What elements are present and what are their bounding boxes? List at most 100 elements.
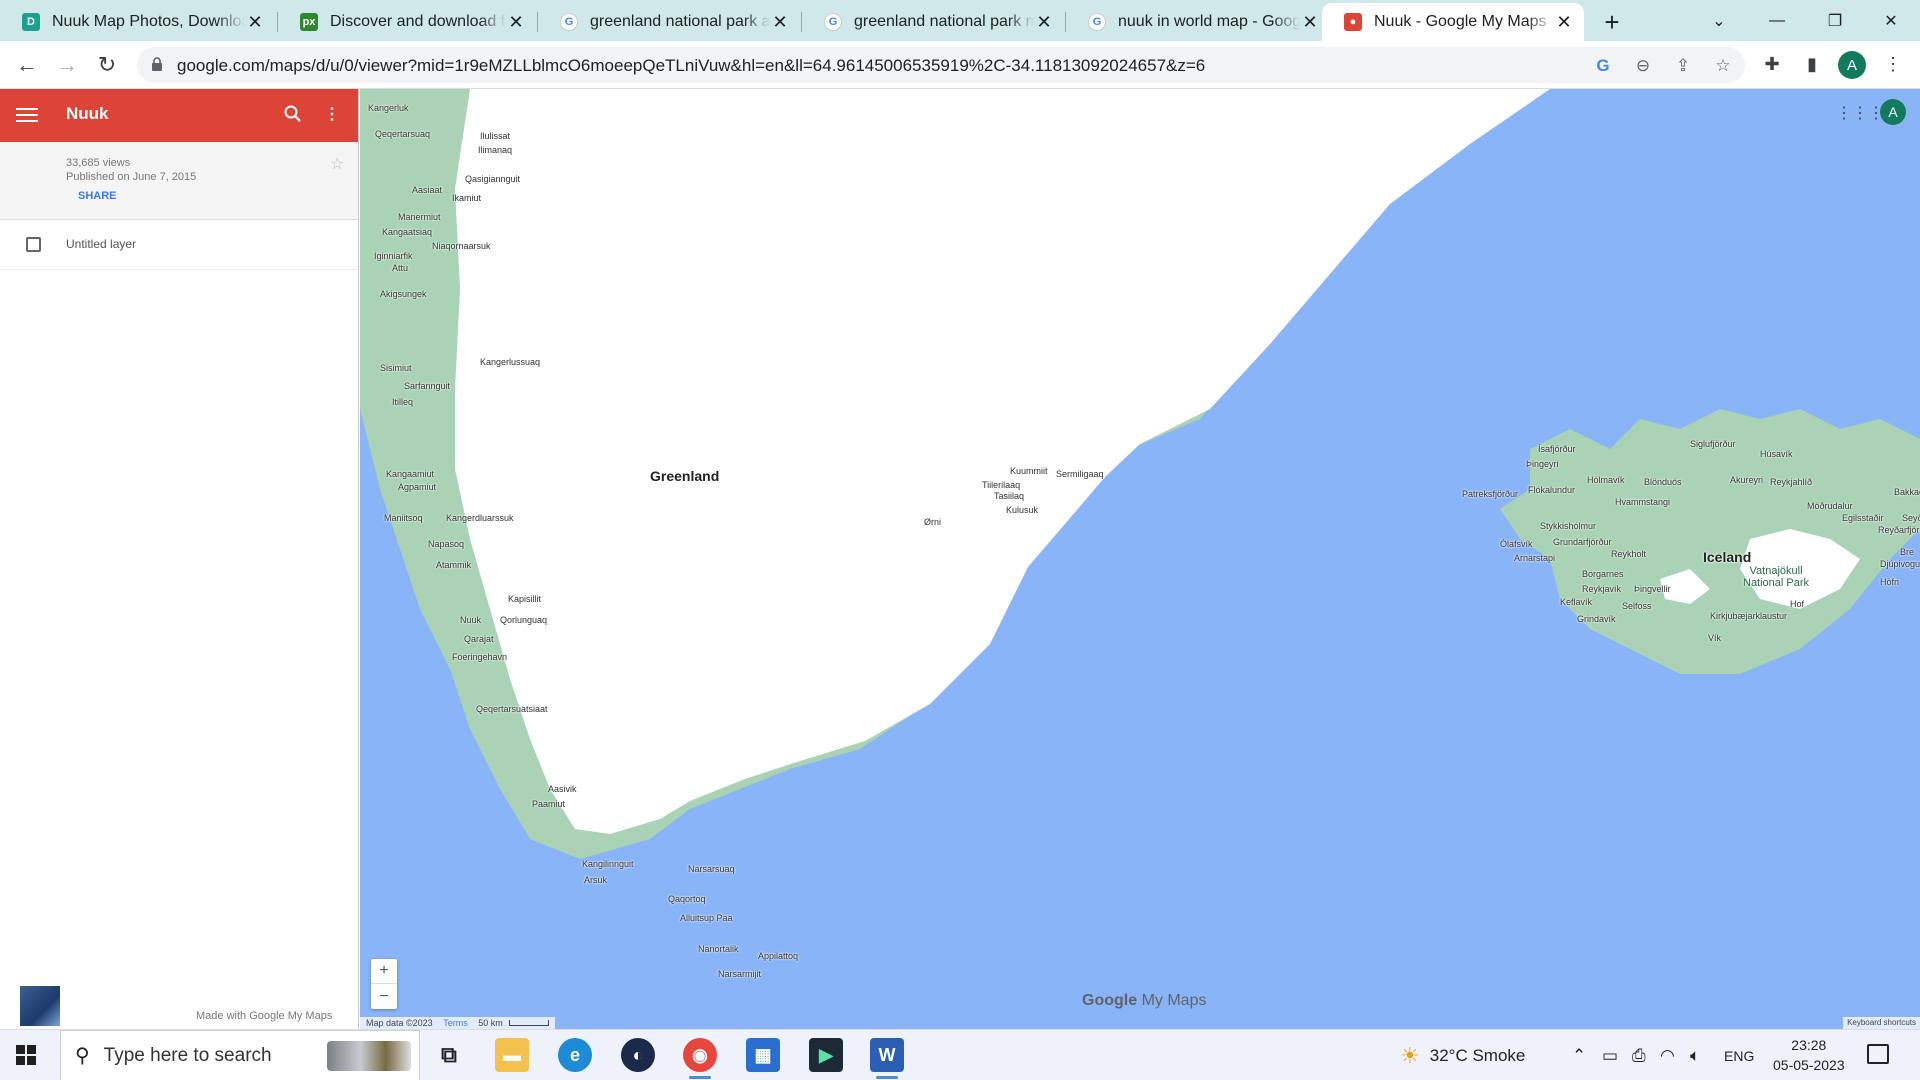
new-tab-plus-icon[interactable]: + bbox=[1598, 7, 1626, 37]
side-panel-icon[interactable]: ▮ bbox=[1799, 51, 1825, 77]
map-data-label: Map data ©2023 bbox=[366, 1018, 433, 1028]
sidebar-header: Nuuk ⋮ bbox=[0, 89, 358, 142]
town-label: Bakkag bbox=[1894, 487, 1920, 497]
town-label: Reykjavík bbox=[1582, 584, 1622, 594]
view-count: 33,685 views bbox=[66, 157, 131, 169]
tab-nuuk-map-photos[interactable]: D Nuuk Map Photos, Download ✕ bbox=[0, 3, 275, 41]
show-hidden-icons-chevron-icon[interactable]: ⌃ bbox=[1572, 1030, 1586, 1080]
google-lens-icon[interactable]: G bbox=[1592, 55, 1614, 77]
weather-widget[interactable]: ☀ 32°C Smoke bbox=[1400, 1030, 1525, 1080]
wifi-icon[interactable]: ◠ bbox=[1660, 1030, 1675, 1080]
share-button[interactable]: SHARE bbox=[78, 190, 117, 202]
logo-mymaps-text: My Maps bbox=[1141, 992, 1207, 1009]
zoom-icon[interactable]: ⊖ bbox=[1632, 55, 1654, 77]
town-label: Reykholt bbox=[1611, 549, 1647, 559]
system-clock[interactable]: 23:28 05-05-2023 bbox=[1773, 1035, 1845, 1075]
scale-label[interactable]: 50 km bbox=[478, 1018, 503, 1028]
extensions-puzzle-icon[interactable]: ✚ bbox=[1759, 51, 1785, 77]
bookmark-star-icon[interactable]: ☆ bbox=[1712, 55, 1734, 77]
close-icon[interactable]: ✕ bbox=[506, 12, 526, 32]
eclipse-icon[interactable]: ◐ bbox=[621, 1038, 655, 1072]
word-icon[interactable]: W bbox=[870, 1038, 904, 1079]
keyboard-shortcuts-link[interactable]: Keyboard shortcuts bbox=[1843, 1017, 1920, 1029]
town-label: Kulusuk bbox=[1006, 505, 1039, 515]
town-label: Alluitsup Paa bbox=[680, 913, 733, 923]
share-icon[interactable]: ⇪ bbox=[1672, 55, 1694, 77]
basemap-thumbnail[interactable] bbox=[20, 986, 60, 1026]
battery-icon[interactable]: ▭ bbox=[1602, 1030, 1618, 1080]
town-label: Kangerlussuaq bbox=[480, 357, 541, 367]
tab-search-chevron-icon[interactable]: ⌄ bbox=[1690, 0, 1748, 41]
town-label: Stykkishólmur bbox=[1540, 521, 1597, 531]
town-label: Grindavík bbox=[1577, 614, 1616, 624]
google-my-maps-logo: Google My Maps bbox=[1082, 992, 1206, 1010]
tab-greenland-park-and[interactable]: G greenland national park and ✕ bbox=[538, 3, 800, 41]
profile-avatar[interactable]: A bbox=[1838, 51, 1866, 79]
my-maps-pin-favicon-icon: ● bbox=[1344, 13, 1362, 31]
town-label: Sermiligaaq bbox=[1056, 469, 1104, 479]
town-label: Paamiut bbox=[532, 799, 566, 809]
layer-row[interactable]: Untitled layer bbox=[0, 220, 358, 270]
town-label: Itilleq bbox=[392, 397, 414, 407]
meet-camera-icon[interactable]: ⎙ bbox=[1632, 1030, 1646, 1080]
reload-icon[interactable]: ↻ bbox=[93, 51, 121, 79]
town-label: Narsarsuaq bbox=[688, 864, 735, 874]
close-icon[interactable]: ✕ bbox=[245, 12, 265, 32]
town-label: Kangerluk bbox=[368, 103, 409, 113]
language-indicator[interactable]: ENG bbox=[1724, 1030, 1754, 1080]
star-icon[interactable]: ☆ bbox=[330, 154, 344, 174]
windows-start-icon[interactable] bbox=[16, 1045, 36, 1065]
tab-greenland-park-map[interactable]: G greenland national park map ✕ bbox=[802, 3, 1064, 41]
search-highlight-image bbox=[327, 1041, 411, 1071]
taskbar-search-box[interactable]: ⚲ Type here to search bbox=[60, 1030, 420, 1080]
apps-grid-icon[interactable]: ⋮⋮⋮ bbox=[1836, 103, 1884, 123]
town-label: Borgarnes bbox=[1582, 569, 1624, 579]
town-label: Reykjahlíð bbox=[1770, 477, 1813, 487]
zoom-control: + − bbox=[371, 959, 397, 1009]
zoom-out-button[interactable]: − bbox=[371, 984, 397, 1009]
layer-checkbox[interactable] bbox=[26, 237, 41, 252]
microsoft-store-icon[interactable]: ▦ bbox=[746, 1038, 780, 1072]
town-label: Qeqertarsuaq bbox=[375, 129, 431, 139]
file-explorer-icon[interactable]: ▬ bbox=[495, 1038, 529, 1072]
chrome-menu-kebab-icon[interactable]: ⋮ bbox=[1880, 51, 1906, 77]
back-arrow-icon[interactable]: ← bbox=[13, 51, 41, 79]
town-label: Akigsungek bbox=[380, 289, 427, 299]
tab-nuuk-my-maps[interactable]: ● Nuuk - Google My Maps ✕ bbox=[1322, 3, 1584, 41]
town-label: Tasiilaq bbox=[994, 491, 1025, 501]
browser-toolbar: ← → ↻ google.com/maps/d/u/0/viewer?mid=1… bbox=[0, 41, 1920, 89]
terms-link[interactable]: Terms bbox=[443, 1018, 468, 1028]
url-text: google.com/maps/d/u/0/viewer?mid=1r9eMZL… bbox=[177, 56, 1206, 75]
town-label: Iginniarfik bbox=[374, 251, 413, 261]
minimize-icon[interactable]: — bbox=[1748, 0, 1806, 41]
more-options-icon[interactable]: ⋮ bbox=[324, 104, 340, 124]
chrome-icon[interactable]: ◉ bbox=[683, 1038, 717, 1079]
task-view-icon[interactable]: ⧉ bbox=[432, 1038, 466, 1072]
notification-center-icon[interactable] bbox=[1867, 1044, 1889, 1064]
map-profile-avatar[interactable]: A bbox=[1880, 99, 1906, 125]
town-label: Patreksfjörður bbox=[1462, 489, 1519, 499]
tab-nuuk-world-map[interactable]: G nuuk in world map - Google ✕ bbox=[1066, 3, 1330, 41]
close-icon[interactable]: ✕ bbox=[1300, 12, 1320, 32]
forward-arrow-icon[interactable]: → bbox=[53, 51, 81, 79]
close-icon[interactable]: ✕ bbox=[1554, 12, 1574, 32]
search-icon[interactable] bbox=[283, 104, 303, 124]
pycharm-icon[interactable]: ▶ bbox=[809, 1038, 843, 1072]
clock-date: 05-05-2023 bbox=[1773, 1057, 1845, 1073]
edge-browser-icon[interactable]: e bbox=[558, 1038, 592, 1072]
tab-title: Nuuk - Google My Maps bbox=[1374, 13, 1547, 30]
hamburger-menu-icon[interactable] bbox=[16, 104, 38, 126]
address-bar[interactable]: google.com/maps/d/u/0/viewer?mid=1r9eMZL… bbox=[137, 47, 1745, 83]
restore-icon[interactable]: ❐ bbox=[1806, 0, 1864, 41]
volume-icon[interactable]: 🔈︎ bbox=[1690, 1030, 1700, 1080]
close-icon[interactable]: ✕ bbox=[770, 12, 790, 32]
tab-discover-download[interactable]: px Discover and download free ✕ bbox=[278, 3, 536, 41]
town-label: Siglufjörður bbox=[1690, 439, 1736, 449]
made-with-label: Made with Google My Maps bbox=[196, 1010, 333, 1022]
zoom-in-button[interactable]: + bbox=[371, 959, 397, 984]
window-close-icon[interactable]: ✕ bbox=[1862, 0, 1920, 41]
map-canvas[interactable]: Greenland Iceland Vatnajökull National Pa… bbox=[360, 89, 1920, 1029]
greenland-label: Greenland bbox=[650, 468, 720, 484]
close-icon[interactable]: ✕ bbox=[1034, 12, 1054, 32]
town-label: Flókalundur bbox=[1528, 485, 1576, 495]
